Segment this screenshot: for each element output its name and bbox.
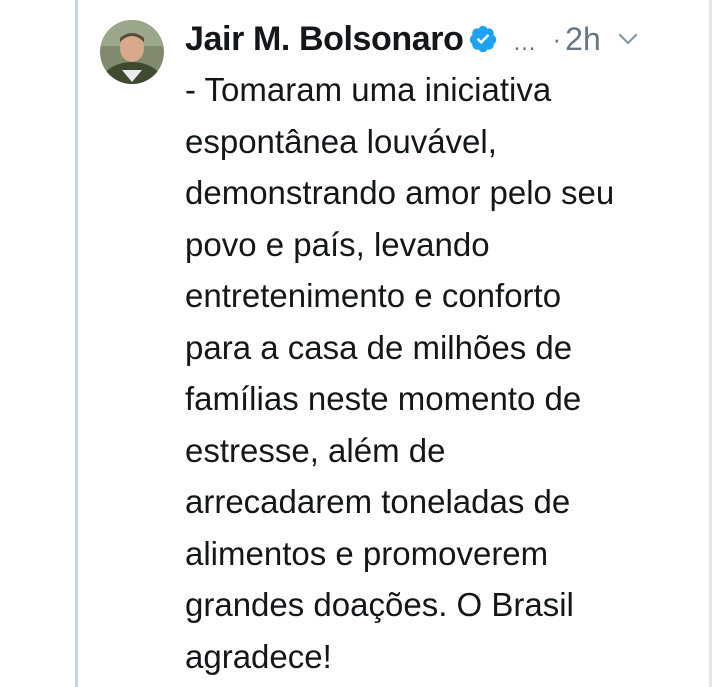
chevron-down-icon[interactable]: [615, 26, 641, 52]
tweet-header: Jair M. Bolsonaro … · 2h: [185, 14, 641, 64]
avatar[interactable]: [100, 20, 164, 84]
author-name[interactable]: Jair M. Bolsonaro: [185, 20, 464, 59]
handle-truncated[interactable]: …: [512, 29, 536, 57]
tweet-timestamp[interactable]: 2h: [565, 21, 601, 58]
separator-dot: ·: [552, 23, 562, 54]
thread-connector-line: [75, 0, 78, 687]
verified-badge-icon: [468, 24, 498, 54]
timeline-right-border: [709, 0, 712, 687]
tweet-text: - Tomaram uma iniciativa espontânea louv…: [185, 71, 615, 675]
